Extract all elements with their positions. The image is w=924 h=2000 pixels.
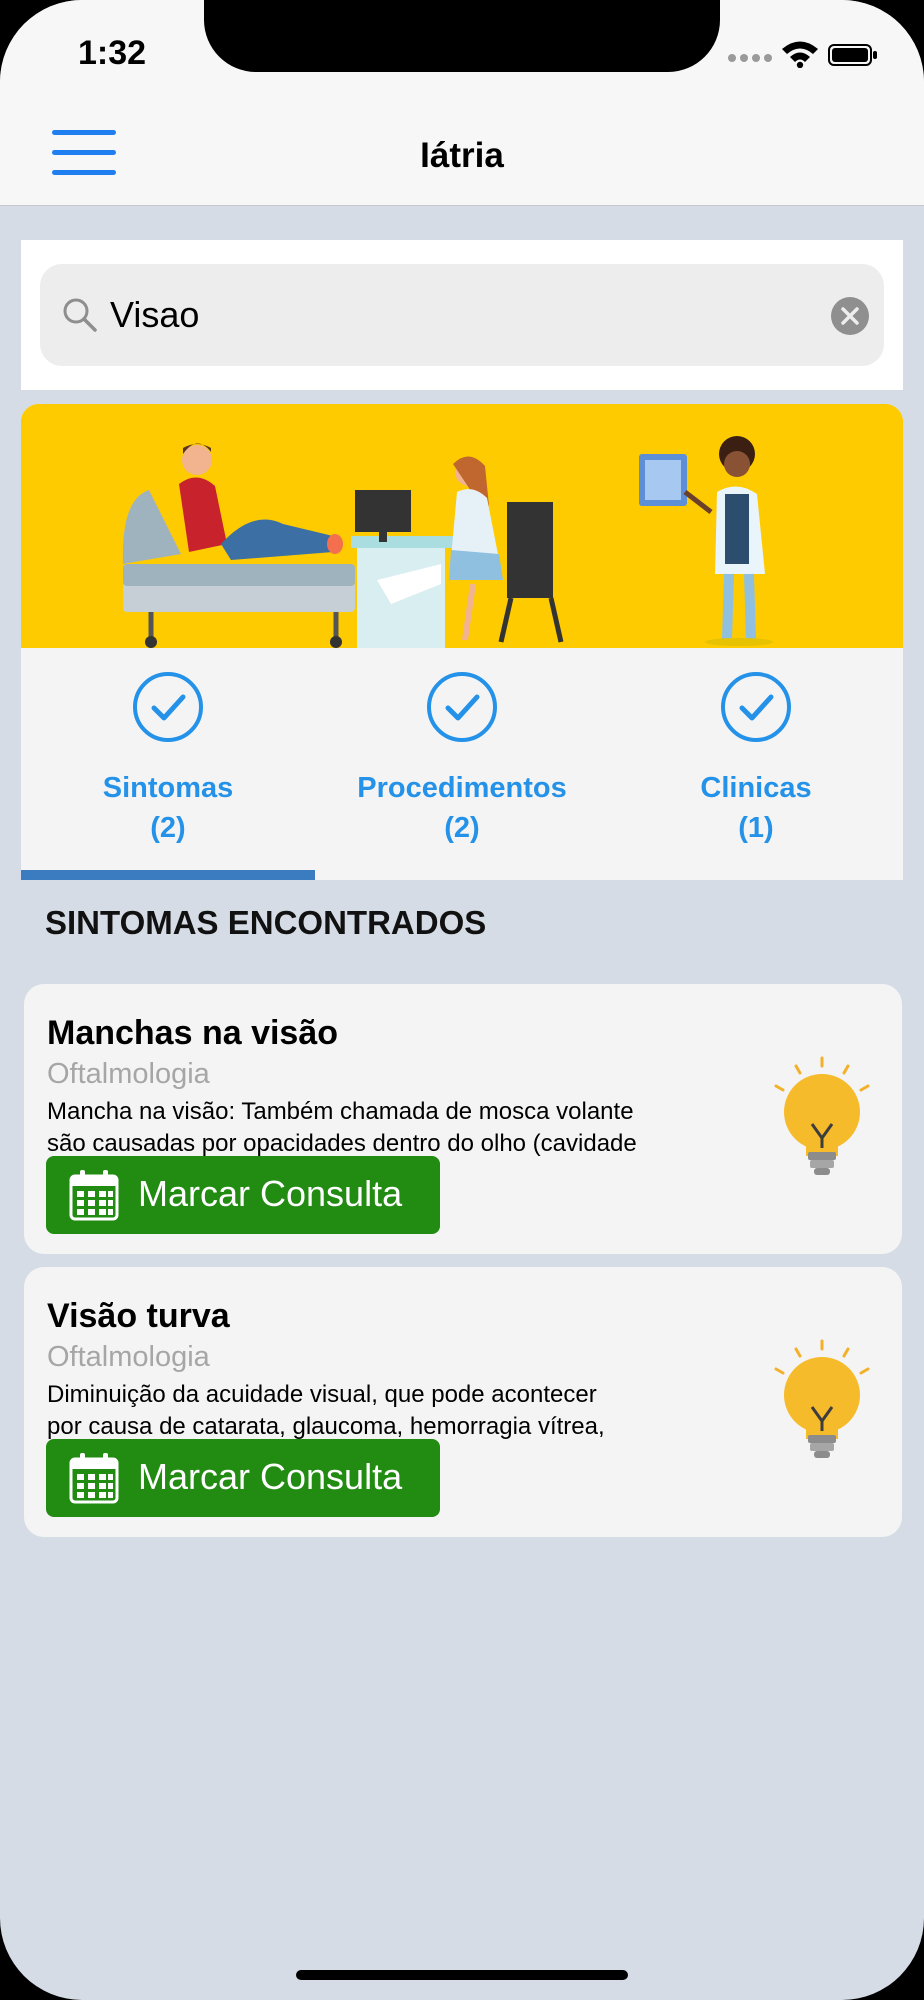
home-indicator[interactable]	[296, 1970, 628, 1980]
cellular-signal-icon	[728, 52, 784, 64]
result-description: Diminuição da acuidade visual, que pode …	[47, 1379, 767, 1443]
device-notch	[204, 0, 720, 72]
tab-clinicas[interactable]: Clinicas (1)	[609, 648, 903, 880]
check-circle-icon	[721, 672, 791, 742]
phone-screen: 1:32 Iátria Visao Sintomas (2) Procedime…	[0, 0, 924, 2000]
marcar-consulta-button[interactable]: Marcar Consulta	[46, 1156, 440, 1234]
description-line: Mancha na visão: Também chamada de mosca…	[47, 1098, 634, 1125]
section-title: SINTOMAS ENCONTRADOS	[45, 904, 487, 941]
tab-count: (2)	[444, 812, 480, 844]
search-container	[21, 240, 903, 390]
tab-label: Procedimentos	[357, 772, 567, 804]
tab-bar: Sintomas (2) Procedimentos (2) Clinicas …	[21, 648, 903, 880]
calendar-icon	[69, 1453, 119, 1504]
check-circle-icon	[133, 672, 203, 742]
tab-label: Clinicas	[700, 772, 812, 804]
clear-icon[interactable]	[831, 297, 869, 335]
result-card[interactable]: Manchas na visão Oftalmologia Mancha na …	[24, 984, 902, 1254]
search-icon	[63, 298, 97, 332]
search-bar[interactable]	[40, 264, 884, 366]
tab-count: (1)	[738, 812, 774, 844]
lightbulb-icon[interactable]	[768, 1339, 876, 1463]
description-line: Diminuição da acuidade visual, que pode …	[47, 1381, 597, 1408]
clinic-illustration	[21, 404, 903, 648]
search-input[interactable]	[110, 286, 790, 344]
button-label: Marcar Consulta	[138, 1173, 403, 1214]
tab-label: Sintomas	[102, 772, 234, 804]
result-description: Mancha na visão: Também chamada de mosca…	[47, 1096, 767, 1160]
navigation-bar: 1:32 Iátria	[0, 0, 924, 206]
check-circle-icon	[427, 672, 497, 742]
selected-tab-indicator	[21, 870, 315, 880]
calendar-icon	[69, 1170, 119, 1221]
result-card[interactable]: Visão turva Oftalmologia Diminuição da a…	[24, 1267, 902, 1537]
result-specialty: Oftalmologia	[47, 1341, 210, 1373]
tab-count: (2)	[150, 812, 186, 844]
result-title: Visão turva	[47, 1297, 230, 1335]
tab-procedimentos[interactable]: Procedimentos (2)	[315, 648, 609, 880]
button-label: Marcar Consulta	[138, 1456, 403, 1497]
page-title: Iátria	[420, 136, 504, 175]
results-panel: Sintomas (2) Procedimentos (2) Clinicas …	[21, 404, 903, 880]
status-time: 1:32	[78, 34, 147, 72]
wifi-icon	[782, 41, 818, 68]
marcar-consulta-button[interactable]: Marcar Consulta	[46, 1439, 440, 1517]
battery-icon	[828, 44, 877, 66]
result-title: Manchas na visão	[47, 1014, 339, 1052]
lightbulb-icon[interactable]	[768, 1056, 876, 1180]
result-specialty: Oftalmologia	[47, 1058, 210, 1090]
tab-sintomas[interactable]: Sintomas (2)	[21, 648, 315, 880]
